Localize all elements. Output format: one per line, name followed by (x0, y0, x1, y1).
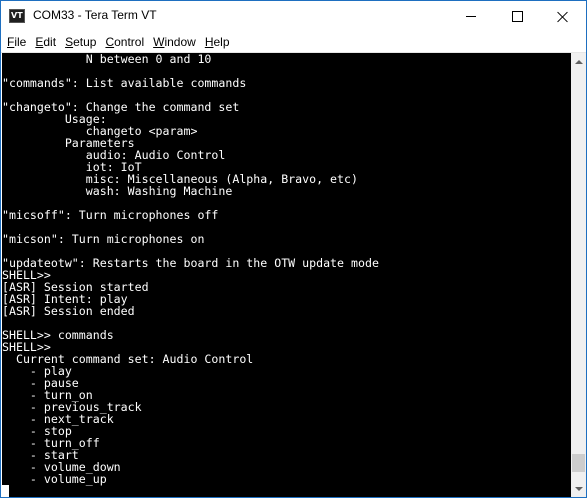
scrollbar-thumb[interactable] (572, 454, 585, 472)
text-cursor (2, 485, 9, 497)
scroll-down-arrow-icon (574, 486, 583, 491)
teraterm-window: COM33 - Tera Term VT File Edit Setup Con… (0, 0, 587, 498)
menu-file[interactable]: File (3, 35, 30, 49)
maximize-button[interactable] (494, 1, 540, 32)
menu-setup[interactable]: Setup (61, 35, 100, 49)
minimize-button[interactable] (448, 1, 494, 32)
scroll-up-arrow-icon (574, 59, 583, 64)
terminal-line: "commands": List available commands (2, 76, 247, 90)
scroll-down-button[interactable] (571, 480, 586, 497)
menu-help[interactable]: Help (201, 35, 234, 49)
title-bar[interactable]: COM33 - Tera Term VT (1, 1, 586, 32)
terminal-line: "micsoff": Turn microphones off (2, 208, 219, 222)
terminal-output: N between 0 and 10 "commands": List avai… (2, 53, 571, 485)
menu-control[interactable]: Control (101, 35, 148, 49)
close-button[interactable] (540, 1, 586, 32)
terminal-line: "micson": Turn microphones on (2, 232, 205, 246)
terminal-line: wash: Washing Machine (2, 184, 233, 198)
maximize-icon (511, 11, 523, 22)
minimize-icon (466, 16, 476, 17)
terminal-line: [ASR] Session ended (2, 304, 135, 318)
teraterm-vt-icon[interactable] (9, 9, 25, 23)
window-title: COM33 - Tera Term VT (33, 8, 157, 22)
vertical-scrollbar[interactable] (571, 53, 586, 497)
menu-edit[interactable]: Edit (31, 35, 60, 49)
menu-window[interactable]: Window (149, 35, 200, 49)
close-icon (557, 11, 569, 23)
menu-bar: File Edit Setup Control Window Help (1, 32, 586, 53)
terminal-line: - volume_up (2, 472, 107, 486)
terminal-line: N between 0 and 10 (2, 53, 212, 66)
scroll-up-button[interactable] (571, 53, 586, 70)
terminal-line: "updateotw": Restarts the board in the O… (2, 256, 379, 270)
terminal-screen[interactable]: N between 0 and 10 "commands": List avai… (2, 53, 571, 497)
